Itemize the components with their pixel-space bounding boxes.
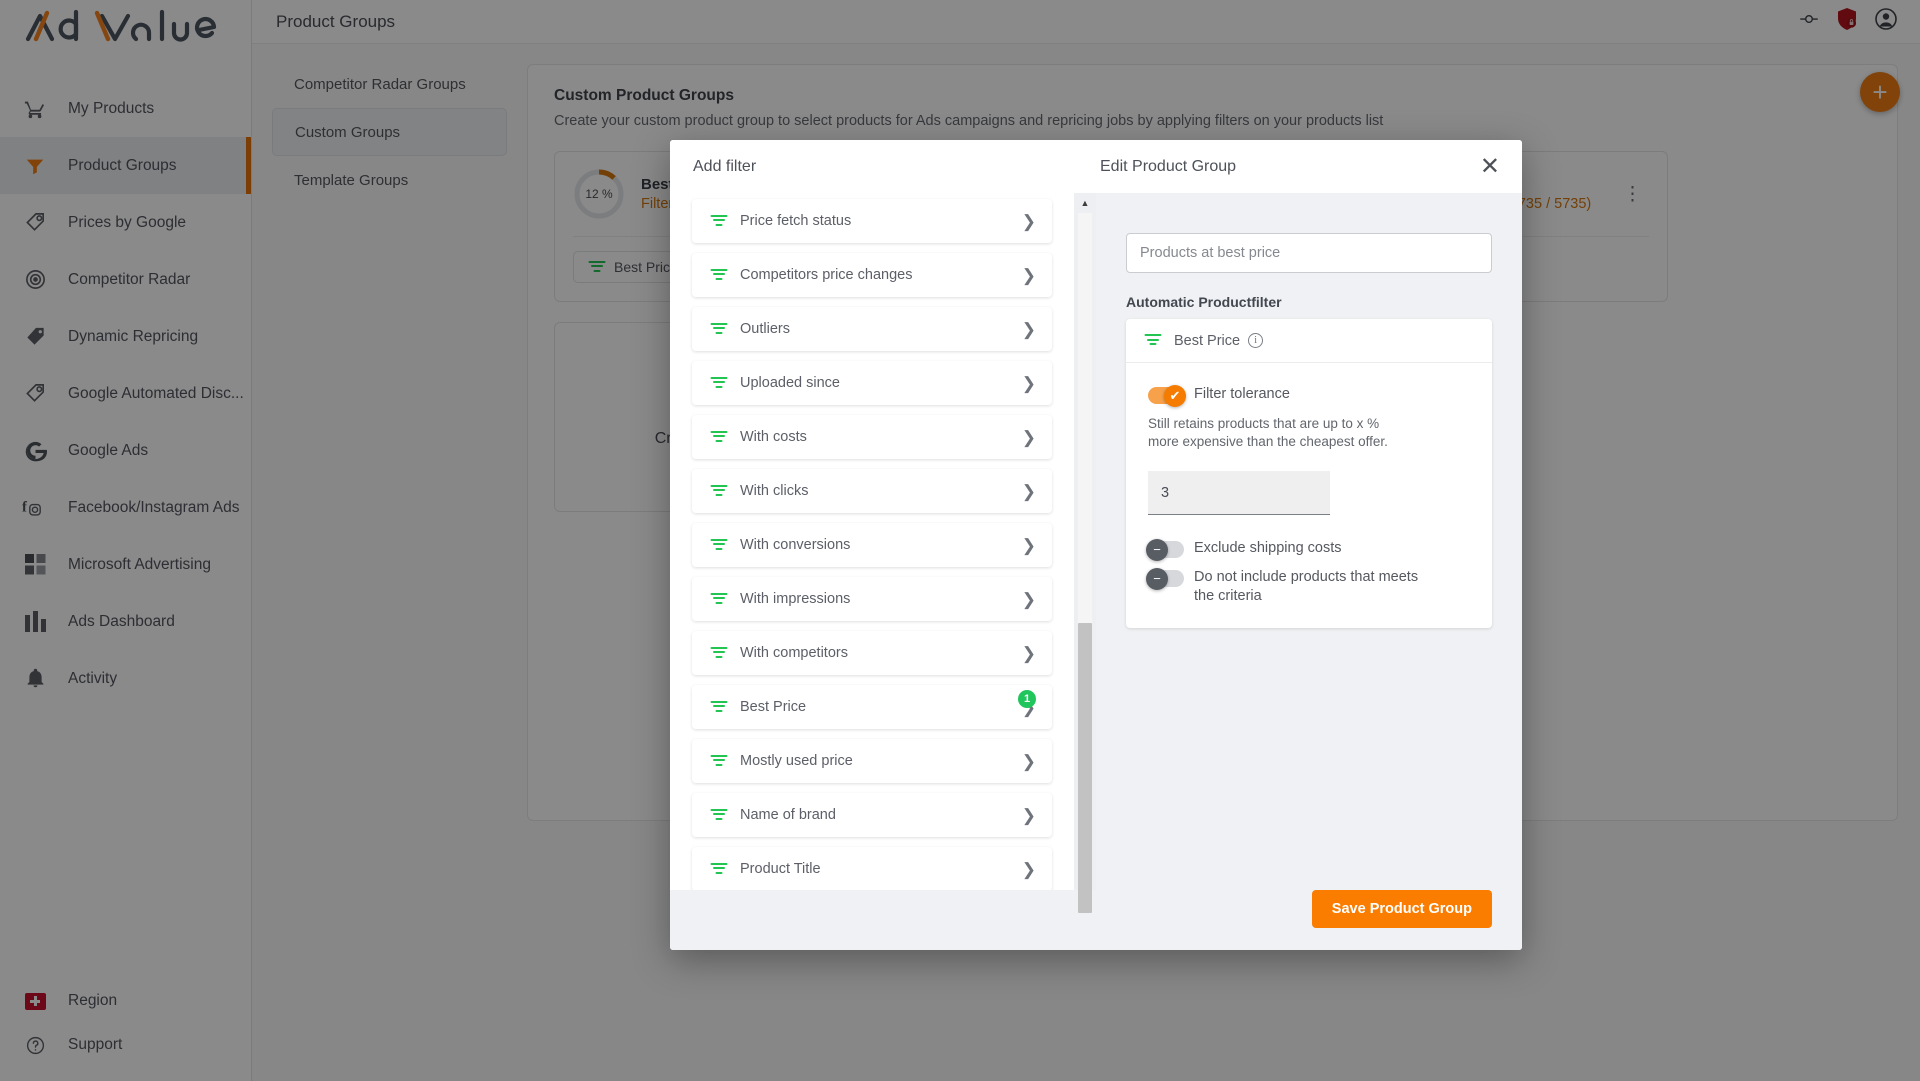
filter-bars-icon — [710, 268, 727, 282]
filter-count-badge: 1 — [1018, 690, 1036, 708]
chevron-right-icon: ❯ — [1021, 211, 1036, 231]
filter-item-with-clicks[interactable]: With clicks ❯ — [692, 469, 1052, 513]
filter-bars-icon — [710, 322, 727, 336]
chevron-right-icon: ❯ — [1021, 373, 1036, 393]
modal-footer: Save Product Group — [670, 890, 1522, 950]
filter-tolerance-row: ✔ Filter tolerance — [1148, 384, 1470, 407]
filter-item-label: Competitors price changes — [740, 267, 913, 283]
filter-item-product-title[interactable]: Product Title ❯ — [692, 847, 1052, 890]
best-price-filter-card: Best Price i ✔ Filter tolerance Still re… — [1126, 319, 1492, 628]
exclude-shipping-costs-toggle[interactable]: − — [1146, 538, 1184, 561]
filter-bars-icon — [710, 700, 727, 714]
filter-item-with-impressions[interactable]: With impressions ❯ — [692, 577, 1052, 621]
minus-icon: − — [1146, 567, 1168, 590]
chevron-right-icon: ❯ — [1021, 589, 1036, 609]
filter-bars-icon — [710, 754, 727, 768]
filter-item-label: With clicks — [740, 483, 809, 499]
filter-tolerance-label: Filter tolerance — [1194, 386, 1290, 402]
tolerance-value: 3 — [1161, 484, 1170, 501]
filter-item-label: Uploaded since — [740, 375, 840, 391]
filter-bars-icon — [710, 808, 727, 822]
scroll-up-arrow-icon[interactable]: ▲ — [1081, 193, 1090, 214]
filter-bars-icon — [710, 376, 727, 390]
filter-item-label: With conversions — [740, 537, 851, 553]
chevron-right-icon: ❯ — [1021, 535, 1036, 555]
filter-tolerance-hint: Still retains products that are up to x … — [1148, 416, 1388, 449]
chevron-right-icon: ❯ — [1021, 805, 1036, 825]
close-icon[interactable]: ✕ — [1476, 154, 1504, 179]
filter-item-outliers[interactable]: Outliers ❯ — [692, 307, 1052, 351]
filter-bars-icon — [710, 592, 727, 606]
best-price-filter-title: Best Price — [1174, 332, 1241, 349]
add-filter-title: Add filter — [693, 157, 757, 175]
filter-list: Price fetch status ❯ Competitors price c… — [692, 199, 1074, 890]
save-product-group-button[interactable]: Save Product Group — [1311, 890, 1492, 928]
filter-item-label: Outliers — [740, 321, 790, 337]
filter-item-label: Price fetch status — [740, 213, 852, 229]
filter-item-mostly-used-price[interactable]: Mostly used price ❯ — [692, 739, 1052, 783]
filter-item-with-conversions[interactable]: With conversions ❯ — [692, 523, 1052, 567]
app-root: My Products Product Groups Prices by Goo… — [0, 0, 1920, 1081]
filter-options: − Exclude shipping costs − Do not includ… — [1146, 538, 1470, 606]
filter-item-label: With impressions — [740, 591, 851, 607]
filter-item-best-price[interactable]: Best Price 1 ❯ — [692, 685, 1052, 729]
exclude-shipping-costs-label: Exclude shipping costs — [1194, 540, 1342, 556]
filter-tolerance-toggle[interactable]: ✔ — [1148, 384, 1186, 407]
filter-bars-icon — [710, 862, 727, 876]
filter-item-label: With costs — [740, 429, 807, 445]
automatic-productfilter-heading: Automatic Productfilter — [1126, 294, 1282, 310]
filter-item-label: Mostly used price — [740, 753, 853, 769]
edit-product-group-modal: Add filter Edit Product Group ✕ Price fe… — [670, 140, 1522, 950]
filter-bars-icon — [1144, 334, 1161, 347]
tolerance-value-input[interactable]: 3 — [1148, 471, 1330, 515]
filter-bars-icon — [710, 430, 727, 444]
filter-bars-icon — [710, 646, 727, 660]
modal-header: Add filter Edit Product Group ✕ — [670, 140, 1522, 193]
exclude-matching-products-row: − Do not include products that meets the… — [1146, 567, 1470, 606]
filter-list-scrollbar[interactable]: ▲ ▼ — [1074, 193, 1096, 913]
filter-item-price-fetch-status[interactable]: Price fetch status ❯ — [692, 199, 1052, 243]
exclude-shipping-costs-row: − Exclude shipping costs — [1146, 538, 1470, 561]
modal-body: Price fetch status ❯ Competitors price c… — [670, 193, 1522, 913]
exclude-matching-products-label: Do not include products that meets the c… — [1194, 569, 1419, 604]
info-icon[interactable]: i — [1248, 333, 1264, 348]
edit-product-group-column: Automatic Productfilter Best Price i ✔ F… — [1096, 193, 1522, 890]
filter-bars-icon — [710, 484, 727, 498]
filter-item-label: With competitors — [740, 645, 848, 661]
filter-item-competitors-price-changes[interactable]: Competitors price changes ❯ — [692, 253, 1052, 297]
filter-item-with-competitors[interactable]: With competitors ❯ — [692, 631, 1052, 675]
best-price-filter-header: Best Price i — [1126, 319, 1492, 363]
filter-item-label: Best Price — [740, 699, 807, 715]
chevron-right-icon: ❯ — [1021, 265, 1036, 285]
chevron-right-icon: ❯ — [1021, 427, 1036, 447]
chevron-right-icon: ❯ — [1021, 319, 1036, 339]
filter-item-label: Name of brand — [740, 807, 836, 823]
scrollbar-thumb[interactable] — [1078, 623, 1092, 913]
chevron-right-icon: ❯ — [1021, 643, 1036, 663]
chevron-right-icon: ❯ — [1021, 751, 1036, 771]
filter-item-label: Product Title — [740, 861, 821, 877]
minus-icon: − — [1146, 538, 1168, 561]
filter-bars-icon — [710, 214, 727, 228]
filter-item-with-costs[interactable]: With costs ❯ — [692, 415, 1052, 459]
chevron-right-icon: ❯ — [1021, 859, 1036, 879]
exclude-matching-products-toggle[interactable]: − — [1146, 567, 1184, 590]
filter-list-column: Price fetch status ❯ Competitors price c… — [670, 193, 1074, 890]
product-group-name-input[interactable] — [1126, 233, 1492, 273]
edit-product-group-title: Edit Product Group — [1100, 157, 1237, 175]
best-price-filter-body: ✔ Filter tolerance Still retains product… — [1126, 363, 1492, 628]
check-icon: ✔ — [1164, 384, 1186, 407]
filter-item-uploaded-since[interactable]: Uploaded since ❯ — [692, 361, 1052, 405]
filter-item-name-of-brand[interactable]: Name of brand ❯ — [692, 793, 1052, 837]
filter-bars-icon — [710, 538, 727, 552]
chevron-right-icon: ❯ — [1021, 481, 1036, 501]
